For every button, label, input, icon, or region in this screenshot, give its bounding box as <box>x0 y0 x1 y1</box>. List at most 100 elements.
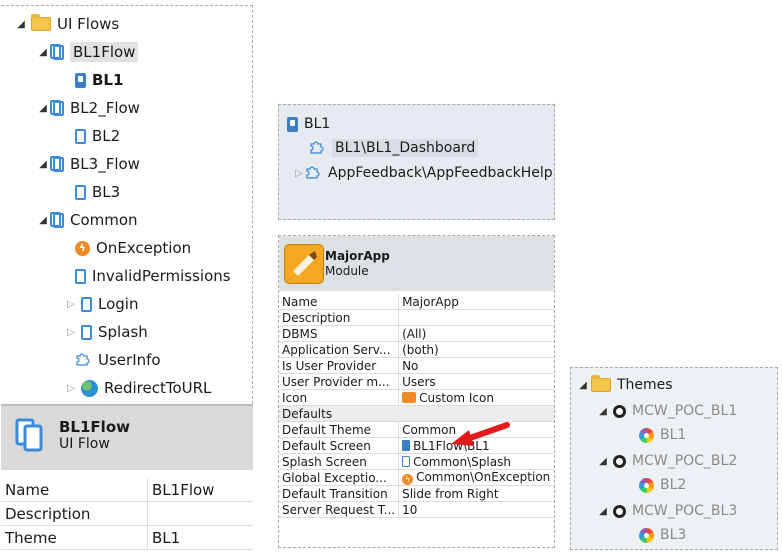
property-row[interactable]: Default Screen BL1Flow\BL1 <box>279 437 554 454</box>
properties-title: MajorApp <box>325 249 390 263</box>
tree-node-themes[interactable]: ◢ Themes <box>577 372 673 398</box>
property-value[interactable]: (both) <box>398 341 554 358</box>
expand-triangle-icon[interactable]: ◢ <box>597 456 609 467</box>
tree-node-label: BL1\BL1_Dashboard <box>332 139 479 157</box>
property-row[interactable]: Server Request T... 10 <box>279 501 554 518</box>
tree-node-invalidpermissions[interactable]: InvalidPermissions <box>71 263 231 289</box>
property-row[interactable]: Is User Provider No <box>279 357 554 374</box>
tree-node-bl1[interactable]: BL1 <box>287 111 330 137</box>
collapse-triangle-icon[interactable]: ▷ <box>65 299 77 310</box>
tree-node-bl1-screen[interactable]: BL1 <box>71 67 123 93</box>
exception-handler-icon: ϟ <box>402 474 414 485</box>
tree-node-login[interactable]: ▷ Login <box>65 291 138 317</box>
tree-node-onexception[interactable]: ϟ OnException <box>71 235 191 261</box>
tree-node-bl3-screen[interactable]: BL3 <box>71 179 120 205</box>
tree-node-bl3flow[interactable]: ◢ BL3_Flow <box>37 151 140 177</box>
screen-icon <box>402 455 411 467</box>
property-key: Server Request T... <box>279 501 400 518</box>
property-value[interactable]: No <box>398 357 554 374</box>
property-value[interactable]: BL1 <box>147 525 253 550</box>
tree-node-theme-group[interactable]: ◢ MCW_POC_BL2 <box>597 448 737 474</box>
ui-flow-properties: BL1Flow UI Flow Name BL1Flow Description… <box>1 404 253 554</box>
property-row[interactable]: Global Exceptio... ϟ Common\OnException <box>279 469 554 486</box>
property-key: Theme <box>1 525 148 550</box>
tree-node-theme[interactable]: BL2 <box>639 472 686 498</box>
property-value[interactable]: (All) <box>398 325 554 342</box>
tree-node-appfeedback[interactable]: ▷ AppFeedback\AppFeedbackHelp <box>293 160 553 186</box>
tree-node-label: UI Flows <box>57 15 120 33</box>
tree-node-redirecttourl[interactable]: ▷ RedirectToURL <box>65 375 211 401</box>
tree-node-label: BL1 <box>660 427 687 443</box>
expand-triangle-icon[interactable]: ◢ <box>577 380 589 391</box>
property-row[interactable]: Default Transition Slide from Right <box>279 485 554 502</box>
property-value[interactable]: Users <box>398 373 554 390</box>
theme-icon <box>639 527 654 543</box>
web-block-icon <box>309 139 326 158</box>
tree-node-label: Login <box>98 295 139 313</box>
property-key: DBMS <box>279 325 400 342</box>
tree-node-label: BL3_Flow <box>70 155 140 173</box>
collapse-triangle-icon[interactable]: ▷ <box>65 327 77 338</box>
property-value[interactable]: 10 <box>398 501 554 518</box>
tree-node-bl1-dashboard[interactable]: BL1\BL1_Dashboard <box>305 135 479 161</box>
web-block-icon <box>305 164 322 183</box>
tree-node-label: BL1 <box>304 116 331 132</box>
tree-node-label: BL3 <box>660 527 687 543</box>
theme-module-icon <box>613 454 626 468</box>
tree-node-ui-flows[interactable]: ◢ UI Flows <box>15 11 119 37</box>
property-row[interactable]: DBMS (All) <box>279 325 554 342</box>
property-value[interactable]: Common\Splash <box>398 453 554 470</box>
property-row[interactable]: Description <box>279 309 554 326</box>
collapse-triangle-icon[interactable]: ▷ <box>65 383 77 394</box>
globe-icon <box>81 379 98 397</box>
tree-node-theme-group[interactable]: ◢ MCW_POC_BL3 <box>597 498 737 524</box>
property-row[interactable]: Theme BL1 <box>1 525 253 550</box>
tree-node-theme[interactable]: BL3 <box>639 522 686 548</box>
tree-node-bl2-screen[interactable]: BL2 <box>71 123 120 149</box>
tree-node-splash[interactable]: ▷ Splash <box>65 319 148 345</box>
tree-node-bl2flow[interactable]: ◢ BL2_Flow <box>37 95 140 121</box>
expand-triangle-icon[interactable]: ◢ <box>597 406 609 417</box>
property-row[interactable]: Description <box>1 501 253 526</box>
expand-triangle-icon[interactable]: ◢ <box>37 47 49 58</box>
folder-open-icon <box>31 14 51 31</box>
theme-module-icon <box>613 504 626 518</box>
property-row[interactable]: Name MajorApp <box>279 294 554 310</box>
property-value-text: Common\Splash <box>413 454 511 469</box>
property-row[interactable]: Name BL1Flow <box>1 478 253 502</box>
expand-triangle-icon[interactable]: ◢ <box>37 103 49 114</box>
expand-triangle-icon[interactable]: ◢ <box>15 19 27 30</box>
tree-node-theme[interactable]: BL1 <box>639 422 686 448</box>
ui-flow-icon <box>50 43 64 60</box>
property-row[interactable]: Icon Custom Icon <box>279 389 554 406</box>
tree-node-label: BL2 <box>660 477 687 493</box>
properties-grid: Name MajorApp Description DBMS (All) Appli… <box>279 294 554 518</box>
tree-node-theme-group[interactable]: ◢ MCW_POC_BL1 <box>597 398 737 424</box>
tree-node-bl1flow[interactable]: ◢ BL1Flow <box>37 39 139 65</box>
property-value[interactable]: BL1Flow <box>147 478 253 502</box>
property-row[interactable]: User Provider m... Users <box>279 373 554 390</box>
expand-triangle-icon[interactable]: ◢ <box>37 159 49 170</box>
property-value[interactable] <box>398 309 554 326</box>
property-key: Description <box>1 501 148 526</box>
property-row[interactable]: Application Serv... (both) <box>279 341 554 358</box>
theme-icon <box>639 427 654 443</box>
property-row-default-theme[interactable]: Default Theme Common <box>279 421 554 438</box>
expand-triangle-icon[interactable]: ◢ <box>597 506 609 517</box>
theme-module-icon <box>613 404 626 418</box>
tree-node-label: BL2_Flow <box>70 99 140 117</box>
property-value[interactable] <box>147 501 253 526</box>
property-value[interactable]: Custom Icon <box>398 389 554 406</box>
tree-node-common[interactable]: ◢ Common <box>37 207 137 233</box>
properties-header: BL1Flow UI Flow <box>1 406 253 470</box>
tree-node-label: Splash <box>98 323 148 341</box>
property-value[interactable]: ϟ Common\OnException <box>398 469 554 486</box>
property-row[interactable]: Splash Screen Common\Splash <box>279 453 554 470</box>
expand-triangle-icon[interactable]: ◢ <box>37 215 49 226</box>
property-value[interactable]: Slide from Right <box>398 485 554 502</box>
tree-node-label: Themes <box>617 377 673 393</box>
property-value[interactable]: MajorApp <box>398 294 554 310</box>
collapse-triangle-icon[interactable]: ▷ <box>293 168 305 179</box>
property-category: Defaults <box>279 405 554 422</box>
tree-node-userinfo[interactable]: UserInfo <box>71 347 161 373</box>
